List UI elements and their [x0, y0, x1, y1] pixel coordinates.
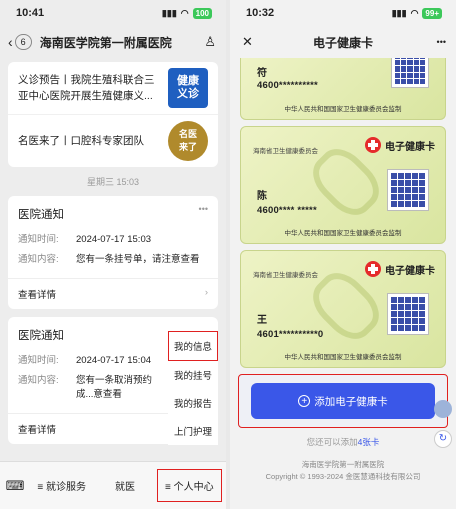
card-number: 4600**** ***** [257, 205, 317, 216]
more-icon[interactable]: ••• [437, 37, 446, 47]
unread-badge: 6 [14, 34, 32, 50]
battery-icon: 99+ [422, 7, 442, 19]
news-item[interactable]: 义诊预告丨我院生殖科联合三亚中心医院开展生殖健康义... 健康 义诊 [8, 62, 218, 114]
notice-title: 医院通知 [18, 209, 64, 221]
refresh-icon[interactable]: ↻ [434, 430, 452, 448]
health-card[interactable]: 海南省卫生健康委员会 电子健康卡 陈 4600**** ***** 中华人民共和… [240, 126, 446, 244]
card-holder-name: 符 [257, 68, 267, 79]
card-issuer: 海南省卫生健康委员会 [253, 272, 318, 279]
copyright-footer: 海南医学院第一附属医院 Copyright © 1993-2024 金医慧通科技… [230, 459, 456, 483]
card-title: 电子健康卡 [365, 261, 435, 277]
value: 2024-07-17 15:03 [76, 234, 152, 245]
card-holder-name: 陈 [257, 191, 267, 202]
notice-content-row: 通知内容: 您有一条挂号单，请注意查看 [8, 250, 218, 270]
signal-icon: ▮▮▮ [161, 7, 177, 18]
chat-navbar: ‹ 6 海南医学院第一附属医院 ♙ [0, 26, 226, 58]
card-number: 4600********** [257, 80, 318, 91]
news-text: 名医来了丨口腔科专家团队 [18, 135, 144, 147]
hint-prefix: 您还可以添加 [306, 437, 358, 447]
tab-visit[interactable]: 就医 [93, 478, 156, 493]
status-bar: 10:41 ▮▮▮ ◠ 100 [0, 0, 226, 26]
label: 通知时间: [18, 355, 59, 366]
chat-title: 海南医学院第一附属医院 [39, 35, 172, 50]
card-title-text: 电子健康卡 [385, 265, 435, 277]
plus-circle-icon: + [298, 395, 311, 407]
status-time: 10:32 [246, 7, 275, 19]
wifi-icon: ◠ [180, 7, 189, 18]
card-footer: 中华人民共和国国家卫生健康委员会监制 [284, 354, 402, 361]
menu-my-info[interactable]: 我的信息 [168, 331, 218, 361]
signal-icon: ▮▮▮ [391, 7, 407, 18]
personal-center-menu: 我的信息 我的挂号 我的报告 上门护理 [168, 331, 218, 445]
news-text: 义诊预告丨我院生殖科联合三亚中心医院开展生殖健康义... [18, 74, 155, 102]
page-title: 电子健康卡 [312, 35, 373, 50]
notice-card: 医院通知 通知时间: 2024-07-17 15:04 通知内容: 您有一条取消… [8, 317, 218, 445]
add-health-card-button[interactable]: + 添加电子健康卡 [251, 383, 435, 419]
profile-icon[interactable]: ♙ [204, 34, 216, 50]
accessibility-icon[interactable] [434, 400, 452, 418]
qr-code-icon [391, 58, 429, 88]
tab-personal-center[interactable]: ≡ 个人中心 [156, 469, 222, 502]
red-cross-icon [365, 137, 381, 153]
value: 2024-07-17 15:04 [76, 355, 152, 366]
right-screen: 10:32 ▮▮▮ ◠ 99+ ✕ 电子健康卡 ••• 符 4600******… [230, 0, 456, 509]
back-icon[interactable]: ‹ [8, 34, 13, 50]
news-thumbnail: 名医 来了 [168, 121, 208, 161]
health-card[interactable]: 符 4600********** 中华人民共和国国家卫生健康委员会监制 [240, 58, 446, 120]
label: 通知时间: [18, 234, 59, 245]
status-icons: ▮▮▮ ◠ 100 [161, 7, 212, 19]
hint-count: 4张卡 [357, 437, 380, 447]
card-title: 电子健康卡 [365, 137, 435, 153]
notice-card: 医院通知 ••• 通知时间: 2024-07-17 15:03 通知内容: 您有… [8, 196, 218, 309]
value: 您有一条取消预约成...意查看 [76, 375, 153, 400]
menu-my-registration[interactable]: 我的挂号 [168, 361, 218, 389]
keyboard-icon[interactable]: ⌨ [0, 478, 30, 494]
health-card-navbar: ✕ 电子健康卡 ••• [230, 26, 456, 58]
status-time: 10:41 [16, 7, 45, 19]
footer-hospital: 海南医学院第一附属医院 [301, 460, 385, 469]
more-icon[interactable]: ••• [199, 204, 208, 214]
notice-time-row: 通知时间: 2024-07-17 15:03 [8, 230, 218, 250]
value: 您有一条挂号单，请注意查看 [76, 254, 200, 265]
status-icons: ▮▮▮ ◠ 99+ [391, 7, 442, 19]
message-timestamp: 星期三 15:03 [86, 177, 140, 187]
link-label: 查看详情 [18, 290, 57, 301]
card-footer: 中华人民共和国国家卫生健康委员会监制 [284, 106, 402, 113]
bottom-menu-bar: ⌨ ≡ 就诊服务 就医 ≡ 个人中心 [0, 461, 226, 509]
menu-home-nursing[interactable]: 上门护理 [168, 417, 218, 445]
link-label: 查看详情 [18, 425, 57, 436]
left-screen: 10:41 ▮▮▮ ◠ 100 ‹ 6 海南医学院第一附属医院 ♙ 义诊预告丨我… [0, 0, 226, 509]
wifi-icon: ◠ [410, 7, 419, 18]
battery-icon: 100 [192, 7, 212, 19]
menu-my-report[interactable]: 我的报告 [168, 389, 218, 417]
news-thumbnail: 健康 义诊 [168, 68, 208, 108]
remaining-cards-hint: 您还可以添加4张卡 [230, 436, 456, 448]
qr-code-icon [387, 169, 429, 211]
card-holder-name: 王 [257, 315, 267, 326]
label: 通知内容: [18, 254, 59, 265]
health-card[interactable]: 海南省卫生健康委员会 电子健康卡 王 4601**********0 中华人民共… [240, 250, 446, 368]
close-icon[interactable]: ✕ [242, 34, 253, 50]
qr-code-icon [387, 293, 429, 335]
tab-medical-services[interactable]: ≡ 就诊服务 [30, 478, 93, 493]
add-card-highlight: + 添加电子健康卡 [238, 374, 448, 428]
label: 通知内容: [18, 375, 59, 386]
card-title-text: 电子健康卡 [385, 141, 435, 153]
footer-copyright: Copyright © 1993-2024 金医慧通科技有限公司 [265, 472, 421, 481]
card-issuer: 海南省卫生健康委员会 [253, 148, 318, 155]
status-bar: 10:32 ▮▮▮ ◠ 99+ [230, 0, 456, 26]
news-card: 义诊预告丨我院生殖科联合三亚中心医院开展生殖健康义... 健康 义诊 名医来了丨… [8, 62, 218, 167]
card-footer: 中华人民共和国国家卫生健康委员会监制 [284, 230, 402, 237]
floating-tools: ↻ [434, 400, 452, 448]
chevron-right-icon: › [204, 287, 208, 298]
screens: 10:41 ▮▮▮ ◠ 100 ‹ 6 海南医学院第一附属医院 ♙ 义诊预告丨我… [0, 0, 456, 509]
view-details-link[interactable]: 查看详情 › [8, 278, 218, 309]
red-cross-icon [365, 261, 381, 277]
add-button-label: 添加电子健康卡 [314, 395, 388, 408]
card-number: 4601**********0 [257, 329, 324, 340]
news-item[interactable]: 名医来了丨口腔科专家团队 名医 来了 [8, 114, 218, 167]
